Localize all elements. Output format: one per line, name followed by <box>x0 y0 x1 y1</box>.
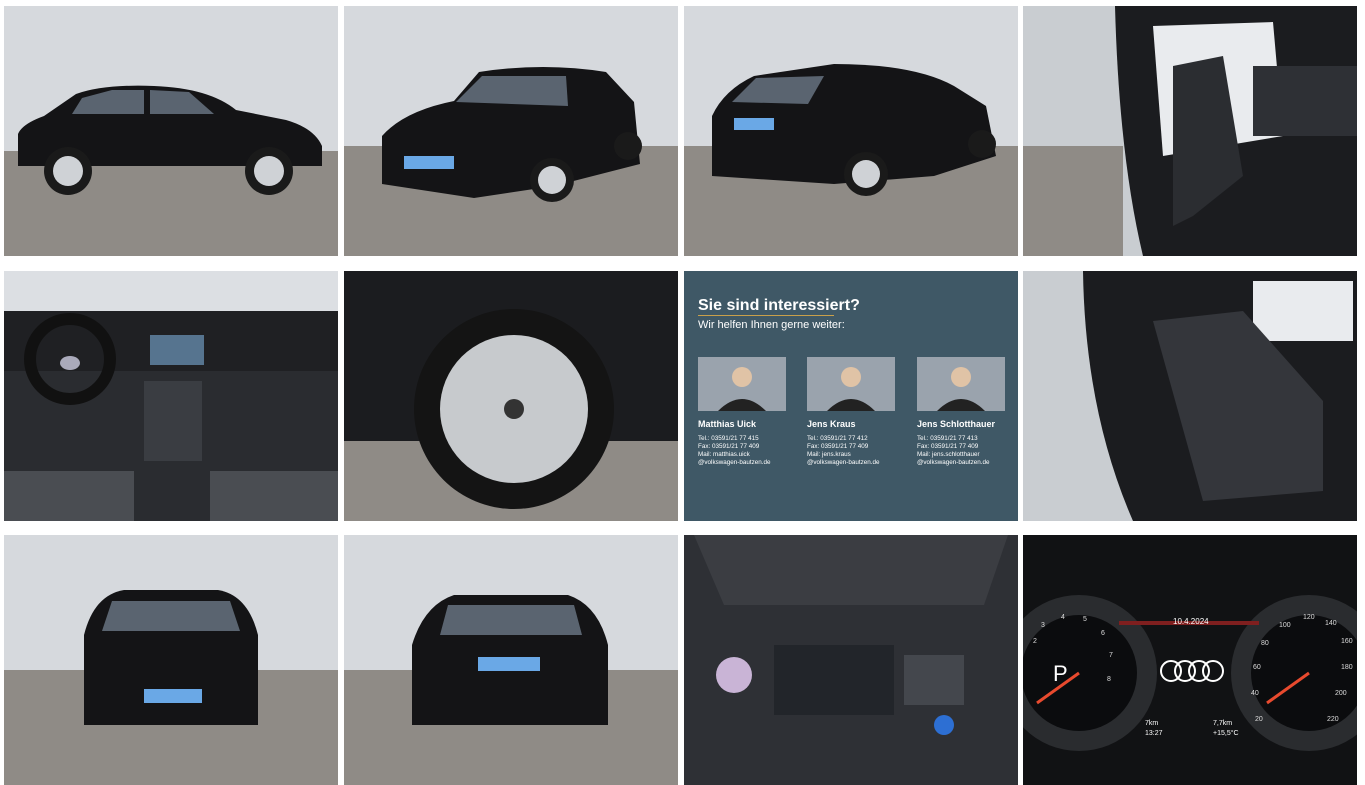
svg-text:20: 20 <box>1255 716 1263 723</box>
person-photo <box>917 357 1005 411</box>
svg-text:80: 80 <box>1261 640 1269 647</box>
svg-text:3: 3 <box>1041 622 1045 629</box>
photo-side-view[interactable] <box>4 6 338 256</box>
svg-text:200: 200 <box>1335 690 1347 697</box>
date-display: 10.4.2024 <box>1173 617 1209 626</box>
contact-card: Sie sind interessiert? Wir helfen Ihnen … <box>684 271 1018 521</box>
contact-person: Jens Schlotthauer Tel.: 03591/21 77 413 … <box>917 357 1017 467</box>
time-display: 13:27 <box>1145 730 1163 737</box>
photo-gallery: Sie sind interessiert? Wir helfen Ihnen … <box>0 0 1365 785</box>
photo-engine-bay[interactable] <box>684 535 1018 785</box>
svg-text:140: 140 <box>1325 620 1337 627</box>
photo-rear-three-quarter[interactable] <box>684 6 1018 256</box>
photo-instrument-cluster[interactable]: P 10.4.2024 7km 13:27 7,7km +15,5°C 2 3 … <box>1023 535 1357 785</box>
svg-text:220: 220 <box>1327 716 1339 723</box>
photo-front-three-quarter[interactable] <box>344 6 678 256</box>
photo-dashboard[interactable] <box>4 271 338 521</box>
person-name: Jens Schlotthauer <box>917 419 996 429</box>
svg-text:160: 160 <box>1341 638 1353 645</box>
person-photo <box>807 357 895 411</box>
contact-person: Jens Kraus Tel.: 03591/21 77 412 Fax: 03… <box>807 357 907 467</box>
person-photo <box>698 357 786 411</box>
contact-heading: Sie sind interessiert? <box>698 297 860 314</box>
photo-front-seats[interactable] <box>1023 6 1357 256</box>
svg-text:7: 7 <box>1109 652 1113 659</box>
range2-display: 7,7km <box>1213 720 1232 727</box>
photo-wheel[interactable] <box>344 271 678 521</box>
photo-front-view[interactable] <box>4 535 338 785</box>
photo-rear-view[interactable] <box>344 535 678 785</box>
photo-rear-seats[interactable] <box>1023 271 1357 521</box>
person-name: Matthias Uick <box>698 419 757 429</box>
svg-text:2: 2 <box>1033 638 1037 645</box>
svg-text:5: 5 <box>1083 616 1087 623</box>
person-name: Jens Kraus <box>807 419 856 429</box>
svg-text:6: 6 <box>1101 630 1105 637</box>
person-details: Tel.: 03591/21 77 412 Fax: 03591/21 77 4… <box>807 435 880 466</box>
heading-underline <box>698 315 834 316</box>
contact-person: Matthias Uick Tel.: 03591/21 77 415 Fax:… <box>698 357 798 467</box>
svg-text:60: 60 <box>1253 664 1261 671</box>
svg-text:100: 100 <box>1279 622 1291 629</box>
range-display: 7km <box>1145 720 1158 727</box>
svg-text:4: 4 <box>1061 614 1065 621</box>
temp-display: +15,5°C <box>1213 729 1239 737</box>
svg-text:120: 120 <box>1303 614 1315 621</box>
person-details: Tel.: 03591/21 77 415 Fax: 03591/21 77 4… <box>698 435 771 466</box>
contact-subheading: Wir helfen Ihnen gerne weiter: <box>698 319 845 331</box>
svg-text:8: 8 <box>1107 676 1111 683</box>
person-details: Tel.: 03591/21 77 413 Fax: 03591/21 77 4… <box>917 435 990 466</box>
svg-text:180: 180 <box>1341 664 1353 671</box>
svg-text:40: 40 <box>1251 690 1259 697</box>
